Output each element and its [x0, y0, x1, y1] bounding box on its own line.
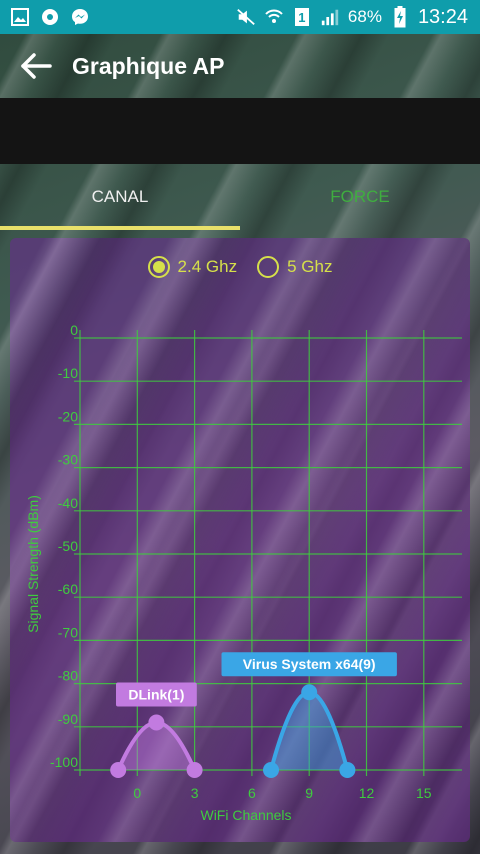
series-point: [110, 762, 127, 778]
x-tick-label: 12: [359, 785, 375, 801]
y-axis-label: Signal Strength (dBm): [25, 495, 41, 633]
sim-icon: 1: [292, 7, 312, 27]
tab-canal[interactable]: CANAL: [0, 164, 240, 230]
series-point: [339, 762, 356, 778]
y-tick-label: -50: [58, 538, 78, 554]
y-tick-label: -40: [58, 495, 78, 511]
radio-2-4ghz-label: 2.4 Ghz: [177, 257, 238, 276]
x-tick-label: 15: [416, 785, 432, 801]
x-axis-label: WiFi Channels: [200, 807, 291, 823]
series-point: [186, 762, 203, 778]
y-tick-label: -20: [58, 408, 78, 424]
ad-banner-area: [0, 98, 480, 164]
status-bar: 1 68% 13:24: [0, 0, 480, 34]
tab-selected-indicator: [0, 226, 240, 230]
tab-force[interactable]: FORCE: [240, 164, 480, 230]
tab-canal-label: CANAL: [91, 187, 149, 206]
series-label: Virus System x64(9): [243, 656, 376, 672]
y-tick-label: -80: [58, 668, 78, 684]
tab-bar: CANAL FORCE: [0, 164, 480, 230]
x-tick-label: 6: [248, 785, 256, 801]
soccer-icon: [40, 7, 60, 27]
wifi-icon: [264, 7, 284, 27]
radio-unchecked-icon: [257, 256, 280, 278]
series-label: DLink(1): [128, 686, 184, 702]
x-tick-label: 9: [305, 785, 313, 801]
band-selector: 2.4 Ghz 5 Ghz: [10, 256, 470, 278]
series-point: [148, 714, 165, 731]
toolbar: Graphique AP: [0, 34, 480, 98]
arrow-left-icon: [21, 53, 52, 79]
mute-icon: [236, 7, 256, 27]
radio-checked-icon: [147, 256, 170, 278]
radio-2-4ghz[interactable]: 2.4 Ghz: [147, 256, 238, 278]
graph-panel: 0 -10 -20 -30 -40 -50 -60 -70 -80 -90 -100 0 3 6 9 12 15…: [10, 238, 470, 842]
battery-percent: 68%: [347, 7, 382, 26]
clock: 13:24: [417, 5, 468, 28]
y-tick-label: -90: [58, 711, 78, 727]
gallery-icon: [10, 7, 30, 27]
sim-number: 1: [298, 9, 306, 25]
radio-5ghz[interactable]: 5 Ghz: [257, 256, 332, 278]
y-tick-label: -30: [58, 452, 78, 468]
radio-5ghz-label: 5 Ghz: [287, 257, 333, 276]
battery-icon: [390, 6, 410, 28]
channel-graph: 0 -10 -20 -30 -40 -50 -60 -70 -80 -90 -100 0 3 6 9 12 15…: [25, 322, 462, 823]
series-point: [263, 762, 279, 778]
y-tick-label: -70: [58, 624, 78, 640]
series-point: [301, 684, 318, 701]
x-tick-label: 3: [191, 785, 199, 801]
back-button[interactable]: [8, 38, 64, 94]
y-tick-label: 0: [70, 322, 78, 338]
messenger-icon: [70, 7, 90, 27]
y-tick-label: -10: [58, 365, 78, 381]
y-tick-label: -60: [58, 581, 78, 597]
x-tick-label: 0: [133, 785, 141, 801]
tab-force-label: FORCE: [330, 187, 390, 206]
y-tick-label: -100: [50, 754, 78, 770]
page-title: Graphique AP: [72, 52, 225, 79]
signal-icon: [320, 7, 340, 27]
